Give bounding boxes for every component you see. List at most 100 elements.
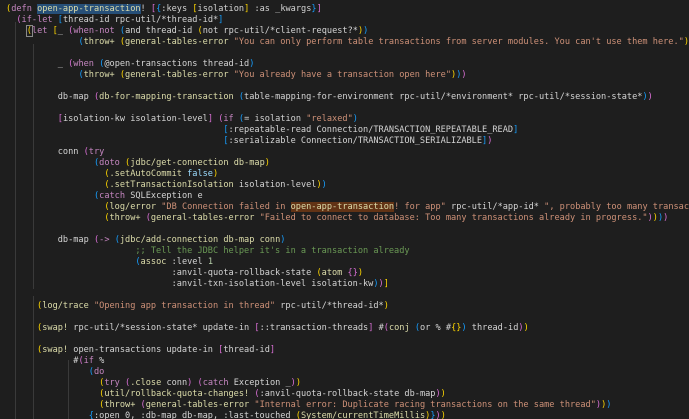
code-token: isolation — [197, 4, 245, 14]
code-line[interactable]: (swap! open-transactions update-in [thre… — [6, 345, 275, 356]
code-token: try — [88, 147, 105, 157]
code-token: ) — [363, 26, 369, 36]
code-token: swap! — [42, 345, 74, 355]
code-token: thread-id rpc-util/*thread-id* — [62, 15, 219, 25]
code-line[interactable]: #(if % — [6, 356, 104, 367]
code-token: catch — [99, 191, 131, 201]
code-token: ) — [264, 158, 270, 168]
code-line[interactable]: (do — [6, 367, 105, 378]
code-line[interactable]: (log/trace "Opening app transaction in t… — [6, 301, 389, 312]
code-token: "DB Connection failed in — [161, 202, 291, 212]
code-line[interactable]: (.setAutoCommit false) — [6, 169, 218, 180]
code-line[interactable]: (assoc :level 1 — [6, 257, 213, 268]
code-line[interactable]: (throw+ (general-tables-error "You alrea… — [6, 70, 467, 81]
code-token: ! for app" — [394, 202, 446, 212]
code-token: throw+ — [83, 37, 120, 47]
code-token: db-map — [6, 235, 94, 245]
code-token: throw+ — [109, 213, 146, 223]
code-line[interactable]: (swap! rpc-util/*session-state* update-i… — [6, 323, 529, 334]
code-line[interactable]: :anvil-txn-isolation-level isolation-kw)… — [6, 279, 389, 290]
code-token: ;; Tell the JDBC helper it's in a transa… — [135, 246, 410, 256]
code-token: ) — [440, 389, 446, 399]
code-token: try — [104, 378, 126, 388]
code-line[interactable]: {:open 0, :db-map db-map, :last-touched … — [6, 411, 446, 419]
code-token: jdbc/get-connection db-map — [130, 158, 265, 168]
code-line[interactable]: (throw+ (general-tables-error "Internal … — [6, 400, 611, 411]
code-token: -> — [99, 235, 115, 245]
code-token: if-let — [21, 15, 58, 25]
code-token: ) — [461, 70, 467, 80]
code-line[interactable]: [isolation-kw isolation-level] (if (= is… — [6, 114, 358, 125]
code-line[interactable]: :anvil-quota-rollback-state (atom {}) — [6, 268, 364, 279]
code-line[interactable]: (throw+ (general-tables-error "You can o… — [6, 37, 689, 48]
search-match: open-app-transaction — [290, 202, 395, 212]
code-token: log/trace — [42, 301, 94, 311]
code-token: # — [6, 356, 79, 366]
code-line[interactable]: _ (when (@open-transactions thread-id) — [6, 59, 255, 70]
code-token: ) — [357, 268, 364, 278]
code-token: ) — [487, 136, 493, 146]
code-token: ) — [440, 411, 446, 419]
code-token: catch — [202, 378, 234, 388]
code-token: .setAutoCommit — [109, 169, 188, 179]
code-token: ! — [140, 4, 151, 14]
code-line[interactable]: (util/rollback-quota-changes! (:anvil-qu… — [6, 389, 446, 400]
code-token: ] — [383, 279, 389, 289]
code-line[interactable]: conn (try — [6, 147, 105, 158]
code-line[interactable]: (doto (jdbc/get-connection db-map) — [6, 158, 270, 169]
code-token: ] — [269, 345, 276, 355]
code-line[interactable]: (try (.close conn) (catch Exception _)) — [6, 378, 301, 389]
code-token: isolation-kw isolation-level — [62, 114, 208, 124]
code-line[interactable]: [:repeatable-read Connection/TRANSACTION… — [6, 125, 518, 136]
code-token: :open 0, :db-map db-map, :last-touched — [93, 411, 296, 419]
code-token: ) — [663, 213, 669, 223]
code-line[interactable]: [:serializable Connection/TRANSACTION_SE… — [6, 136, 492, 147]
code-token: conn — [166, 378, 188, 388]
code-token: let — [31, 26, 53, 36]
code-token: .close — [130, 378, 167, 388]
code-token: throw+ — [104, 400, 141, 410]
code-line[interactable]: ;; Tell the JDBC helper it's in a transa… — [6, 246, 410, 257]
code-token: conn — [6, 147, 84, 157]
code-line[interactable]: (throw+ (general-tables-error "Failed to… — [6, 213, 668, 224]
code-line[interactable]: (.setTransactionIsolation isolation-leve… — [6, 180, 327, 191]
code-token: ) — [352, 114, 358, 124]
code-line[interactable]: (catch SQLException e — [6, 191, 203, 202]
code-line[interactable]: db-map (-> (jdbc/add-connection db-map c… — [6, 235, 286, 246]
code-token: :anvil-quota-rollback-state db-map — [259, 389, 436, 399]
code-token: when — [73, 59, 100, 69]
code-line[interactable]: db-map (db-for-mapping-transaction (tabl… — [6, 92, 653, 103]
code-token: "You can only perform table transactions… — [233, 37, 684, 47]
code-token: System/currentTimeMillis — [300, 411, 426, 419]
code-token: conj — [388, 323, 415, 333]
code-editor[interactable]: (defn open-app-transaction! [{:keys [iso… — [0, 0, 689, 419]
code-line[interactable]: (log/error "DB Connection failed in open… — [6, 202, 689, 213]
code-token: when-not — [73, 26, 120, 36]
code-token: _ — [57, 26, 69, 36]
code-line[interactable]: (defn open-app-transaction! [{:keys [iso… — [6, 4, 322, 15]
code-token: "Opening app transaction in thread" — [93, 301, 276, 311]
code-token: doto — [99, 158, 126, 168]
code-token: table-mapping-for-environment rpc-util/*… — [244, 92, 643, 102]
code-token: = isolation — [244, 114, 307, 124]
code-token: rpc-util/*session-state* update-in — [73, 323, 255, 333]
code-token: # — [373, 323, 384, 333]
code-token: .setTransactionIsolation — [109, 180, 239, 190]
code-token: Exception _ — [233, 378, 291, 388]
code-token: :as _kwargs — [249, 4, 312, 14]
code-line[interactable]: (let [_ (when-not (and thread-id (not rp… — [6, 25, 369, 37]
code-token: open-transactions update-in — [73, 345, 219, 355]
code-token: :anvil-txn-isolation-level isolation-kw — [171, 279, 374, 289]
code-line[interactable]: (if-let [thread-id rpc-util/*thread-id*] — [6, 15, 223, 26]
